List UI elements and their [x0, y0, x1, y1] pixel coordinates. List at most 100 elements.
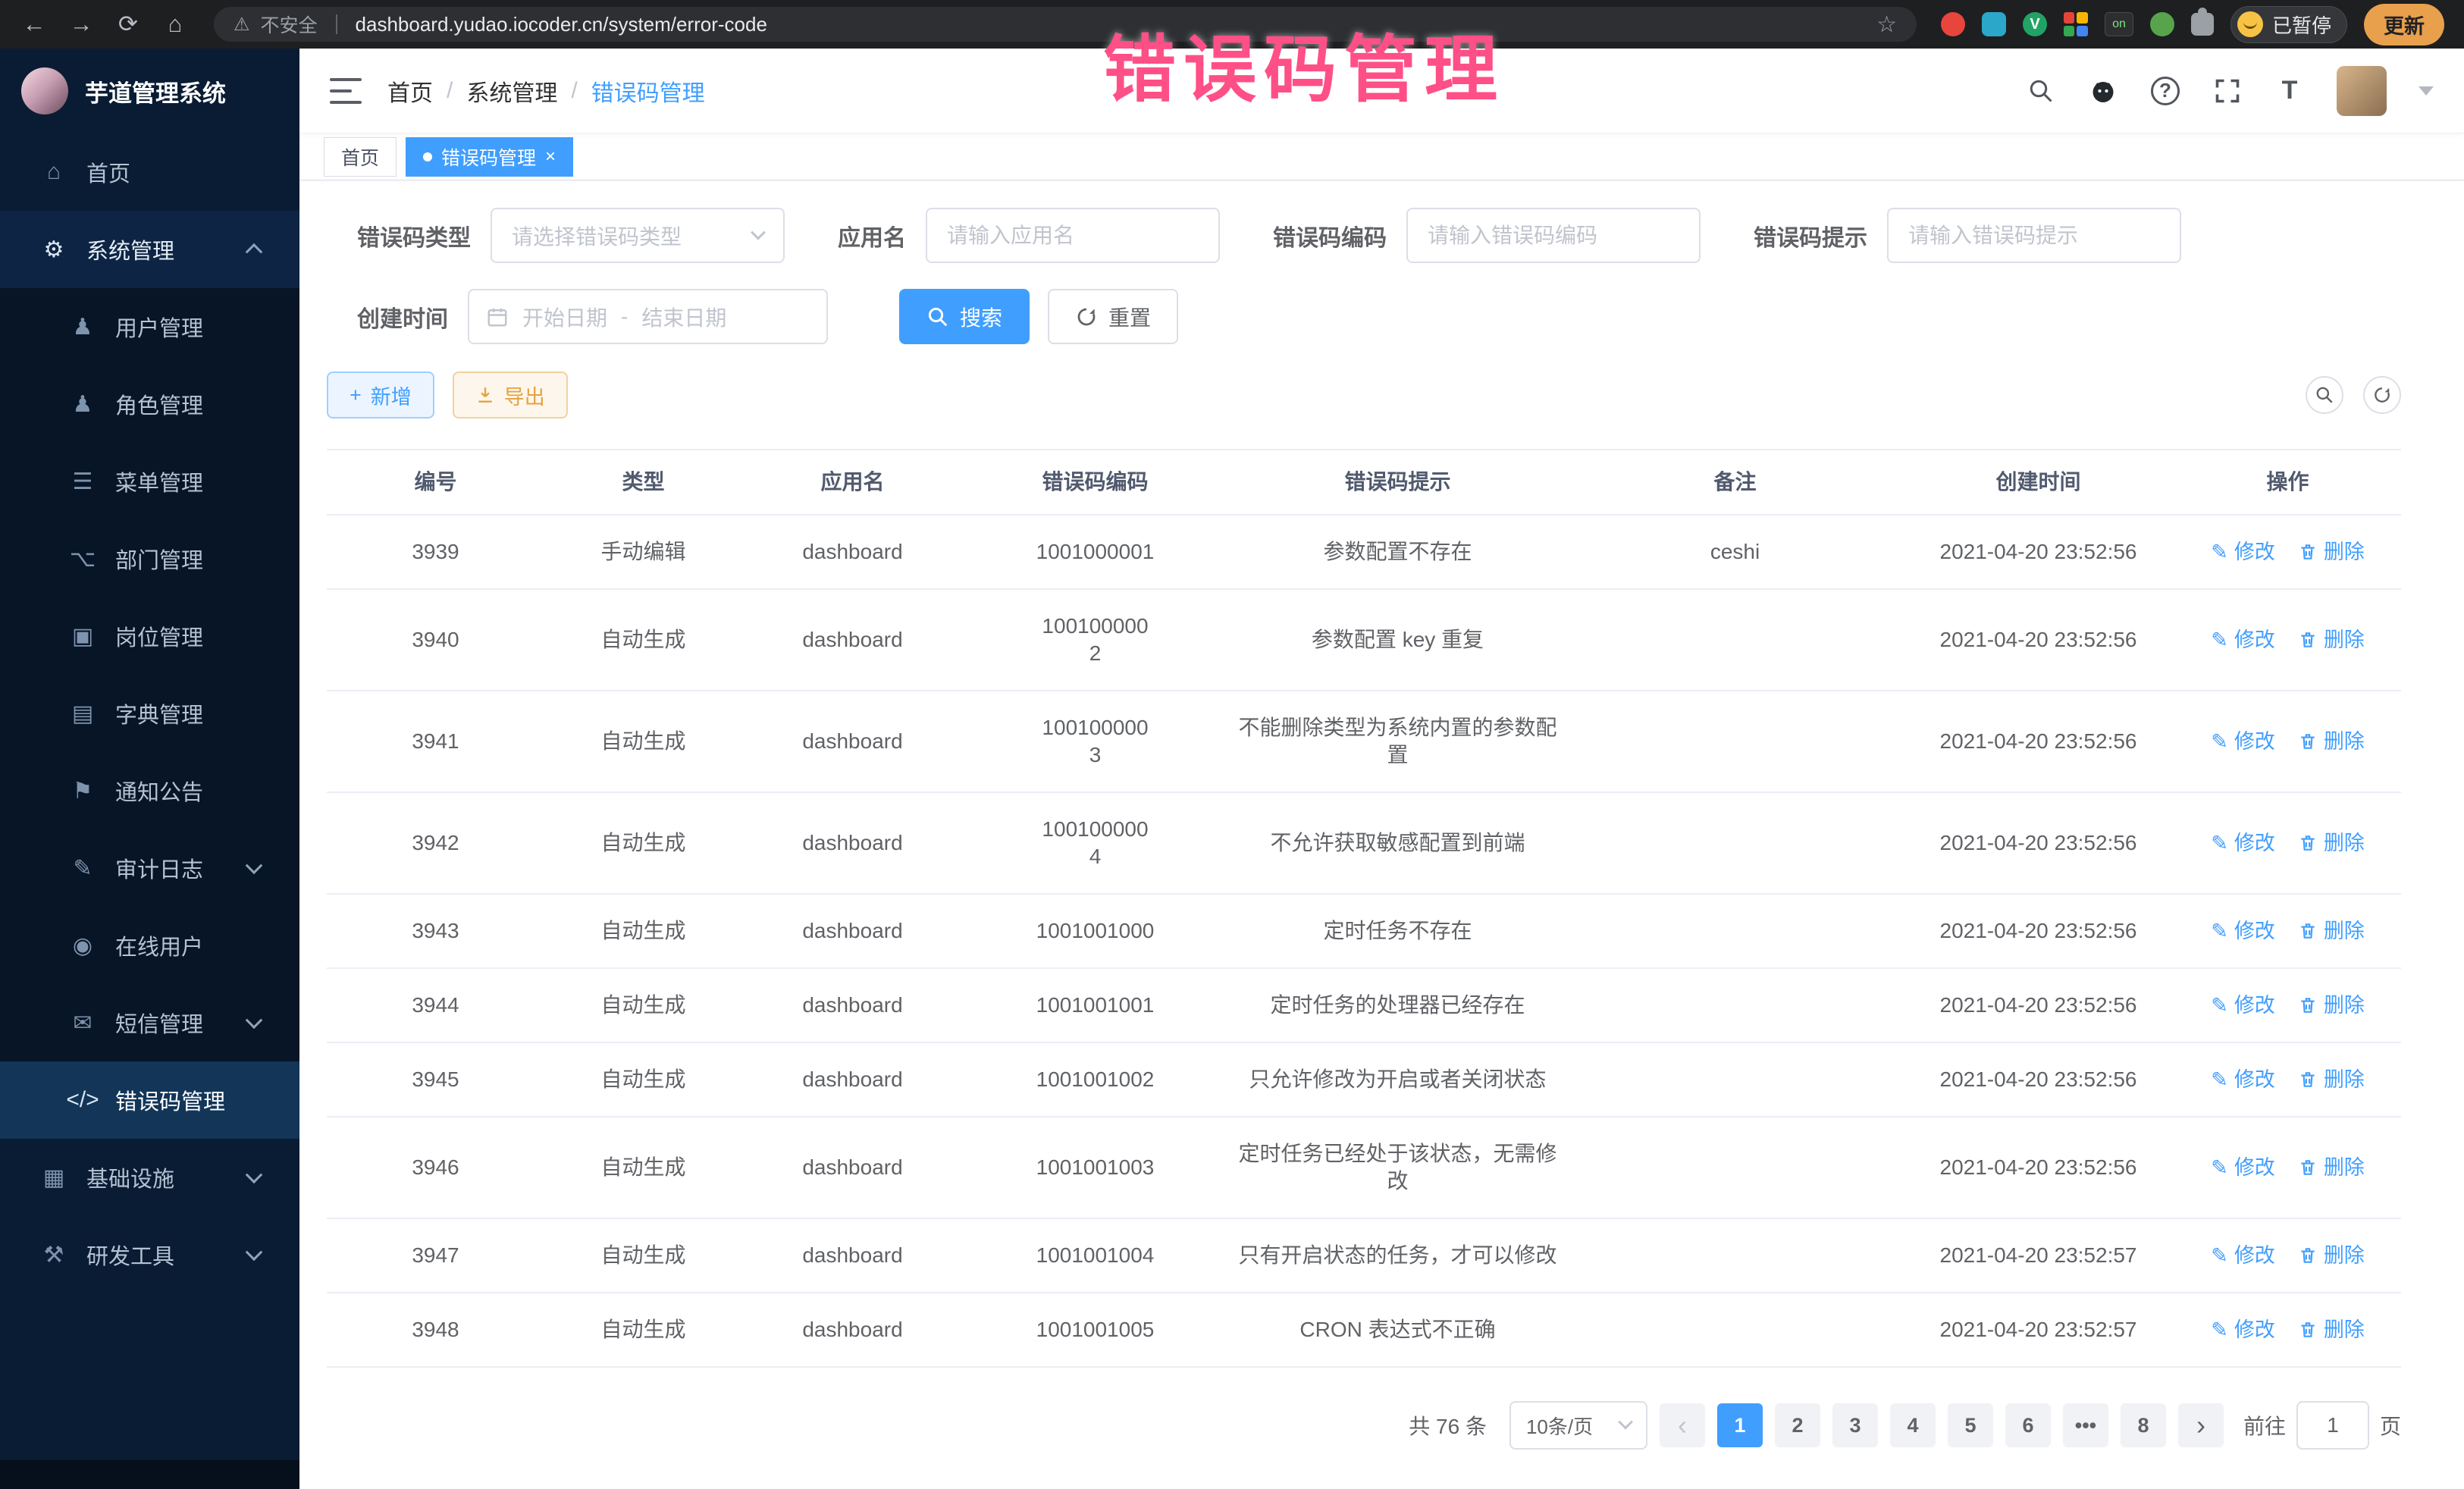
menu-item[interactable]: ♟ 用户管理 — [0, 288, 299, 365]
fullscreen-icon[interactable] — [2212, 76, 2243, 106]
profile-paused-badge[interactable]: 已暂停 — [2230, 6, 2347, 43]
add-button[interactable]: + 新增 — [327, 371, 434, 418]
search-button[interactable]: 搜索 — [899, 289, 1030, 344]
update-button[interactable]: 更新 — [2364, 4, 2444, 45]
address-bar[interactable]: ⚠ 不安全 dashboard.yudao.iocoder.cn/system/… — [214, 7, 1917, 42]
page-number-button[interactable]: 4 — [1890, 1403, 1936, 1447]
menu-item[interactable]: ✎ 审计日志 — [0, 829, 299, 907]
delete-link[interactable]: 删除 — [2298, 626, 2365, 654]
error-type-select[interactable]: 请选择错误码类型 — [491, 208, 785, 263]
edit-link[interactable]: ✎ 修改 — [2211, 1066, 2275, 1093]
cell-message: 定时任务不存在 — [1227, 895, 1568, 967]
menu-item[interactable]: ◉ 在线用户 — [0, 907, 299, 984]
logo-image — [21, 67, 68, 114]
edit-link[interactable]: ✎ 修改 — [2211, 829, 2275, 857]
warning-icon: ⚠ — [234, 14, 250, 36]
menu-item[interactable]: </> 错误码管理 — [0, 1061, 299, 1139]
page-number-button[interactable]: 8 — [2121, 1403, 2166, 1447]
announcement-icon: ⚑ — [65, 778, 100, 804]
date-range-picker[interactable]: 开始日期 - 结束日期 — [468, 289, 828, 344]
page-number-button[interactable]: 6 — [2005, 1403, 2051, 1447]
delete-link[interactable]: 删除 — [2298, 1154, 2365, 1181]
cell-type: 自动生成 — [544, 969, 742, 1042]
extension-on-icon[interactable]: on — [2105, 12, 2133, 36]
filter-error-msg: 错误码提示 — [1754, 208, 2181, 263]
delete-link[interactable]: 删除 — [2298, 1316, 2365, 1343]
menu-item[interactable]: ⚑ 通知公告 — [0, 752, 299, 829]
menu-item[interactable]: ✉ 短信管理 — [0, 984, 299, 1061]
logo-area[interactable]: 芋道管理系统 — [0, 49, 299, 133]
edit-link[interactable]: ✎ 修改 — [2211, 728, 2275, 755]
tab-close-icon[interactable]: × — [545, 148, 556, 166]
edit-link[interactable]: ✎ 修改 — [2211, 917, 2275, 945]
reset-button[interactable]: 重置 — [1048, 289, 1178, 344]
goto-page-input[interactable] — [2296, 1401, 2369, 1450]
breadcrumb-system[interactable]: 系统管理 — [466, 74, 557, 108]
page-number-button[interactable]: 1 — [1717, 1403, 1763, 1447]
prev-page-button[interactable]: ‹ — [1660, 1403, 1705, 1447]
error-code-icon: </> — [65, 1087, 100, 1113]
extensions-puzzle-icon[interactable] — [2191, 13, 2214, 36]
extension-teal-icon[interactable] — [1982, 12, 2006, 36]
menu-item[interactable]: ⌂ 首页 — [0, 133, 299, 211]
menu-item[interactable]: ♟ 角色管理 — [0, 365, 299, 443]
menu-item[interactable]: ⚙ 系统管理 — [0, 211, 299, 288]
extension-red-icon[interactable] — [1941, 12, 1965, 36]
page-number-button[interactable]: 3 — [1832, 1403, 1878, 1447]
page-size-select[interactable]: 10条/页 — [1509, 1401, 1647, 1450]
bookmark-star-icon[interactable]: ☆ — [1876, 11, 1897, 38]
edit-link[interactable]: ✎ 修改 — [2211, 538, 2275, 566]
page-number-button[interactable]: 5 — [1948, 1403, 1993, 1447]
menu-item[interactable]: ▣ 岗位管理 — [0, 597, 299, 675]
cell-id: 3939 — [327, 516, 544, 588]
refresh-table-icon[interactable] — [2363, 376, 2401, 414]
help-icon[interactable]: ? — [2150, 76, 2180, 106]
search-icon[interactable] — [2026, 76, 2056, 106]
collapse-sidebar-icon[interactable] — [330, 78, 362, 104]
reload-icon[interactable]: ⟳ — [114, 0, 143, 49]
font-size-icon[interactable]: T — [2274, 76, 2305, 106]
menu-item[interactable]: ▤ 字典管理 — [0, 675, 299, 752]
edit-link[interactable]: ✎ 修改 — [2211, 1154, 2275, 1181]
browser-home-icon[interactable]: ⌂ — [161, 0, 190, 49]
edit-link[interactable]: ✎ 修改 — [2211, 626, 2275, 654]
edit-link[interactable]: ✎ 修改 — [2211, 1242, 2275, 1269]
menu-item[interactable]: ⌥ 部门管理 — [0, 520, 299, 597]
back-icon[interactable]: ← — [20, 0, 49, 49]
page-tab[interactable]: 错误码管理 × — [406, 137, 573, 177]
error-msg-input[interactable] — [1887, 208, 2181, 263]
menu-item[interactable]: ☰ 菜单管理 — [0, 443, 299, 520]
edit-link[interactable]: ✎ 修改 — [2211, 992, 2275, 1019]
breadcrumb-home[interactable]: 首页 — [387, 74, 433, 108]
page-number-button[interactable]: 2 — [1775, 1403, 1820, 1447]
avatar-caret-icon[interactable] — [2419, 86, 2434, 96]
delete-icon — [2298, 1320, 2318, 1340]
toggle-search-icon[interactable] — [2306, 376, 2343, 414]
forward-icon[interactable]: → — [67, 0, 96, 49]
extension-grid-icon[interactable] — [2064, 12, 2088, 36]
page-number-button[interactable]: ••• — [2063, 1403, 2108, 1447]
user-avatar[interactable] — [2337, 66, 2387, 116]
url-text[interactable]: dashboard.yudao.iocoder.cn/system/error-… — [356, 13, 767, 36]
menu-item[interactable]: ⚒ 研发工具 — [0, 1216, 299, 1293]
github-icon[interactable] — [2088, 76, 2118, 106]
delete-link[interactable]: 删除 — [2298, 538, 2365, 566]
cell-id: 3942 — [327, 807, 544, 879]
delete-link[interactable]: 删除 — [2298, 992, 2365, 1019]
error-code-input[interactable] — [1406, 208, 1701, 263]
delete-link[interactable]: 删除 — [2298, 1066, 2365, 1093]
export-button[interactable]: 导出 — [453, 371, 568, 418]
delete-link[interactable]: 删除 — [2298, 917, 2365, 945]
edit-link[interactable]: ✎ 修改 — [2211, 1316, 2275, 1343]
delete-link[interactable]: 删除 — [2298, 728, 2365, 755]
extension-green-v-icon[interactable]: V — [2023, 12, 2047, 36]
delete-link[interactable]: 删除 — [2298, 1242, 2365, 1269]
cell-operations: ✎ 修改 删除 — [2174, 895, 2401, 967]
extension-leaf-icon[interactable] — [2150, 12, 2174, 36]
next-page-button[interactable]: › — [2178, 1403, 2224, 1447]
cell-remark: ceshi — [1568, 516, 1902, 588]
delete-link[interactable]: 删除 — [2298, 829, 2365, 857]
menu-item[interactable]: ▦ 基础设施 — [0, 1139, 299, 1216]
page-tab[interactable]: 首页 — [324, 137, 397, 177]
app-name-input[interactable] — [926, 208, 1220, 263]
